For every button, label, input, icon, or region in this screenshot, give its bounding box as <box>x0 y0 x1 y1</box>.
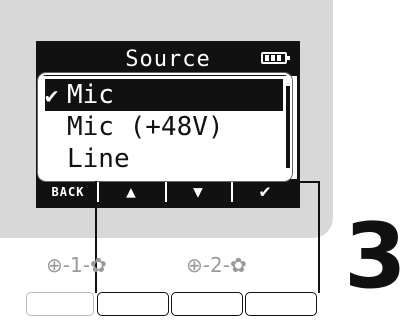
hardware-button-2[interactable] <box>97 292 169 316</box>
battery-icon <box>261 52 290 64</box>
knob-2-label: ⊕-2-✿ <box>186 253 247 277</box>
softkey-bar: BACK ▲ ▼ ✔ <box>39 179 297 205</box>
hardware-button-3[interactable] <box>171 292 243 316</box>
leader-line <box>318 181 320 293</box>
screen-title: Source <box>125 47 211 72</box>
down-arrow-icon: ▼ <box>193 182 203 201</box>
hardware-button-1[interactable] <box>26 292 94 316</box>
gear-icon: ✿ <box>229 253 247 277</box>
recorder-panel: Source ✔ Mic Mic (+48V) Line BACK ▲ ▼ ✔ <box>0 0 333 238</box>
gear-icon: ✿ <box>89 253 107 277</box>
hardware-button-4[interactable] <box>245 292 317 316</box>
leader-line <box>292 181 320 183</box>
title-bar: Source <box>39 44 297 76</box>
highlight-callout <box>38 73 292 181</box>
zoom-icon: ⊕ <box>186 253 203 277</box>
up-arrow-icon: ▲ <box>126 182 136 201</box>
check-icon: ✔ <box>259 181 271 202</box>
softkey-back: BACK <box>51 185 85 199</box>
knob-1-label: ⊕-1-✿ <box>46 253 107 277</box>
step-number: 3 <box>344 204 407 309</box>
zoom-icon: ⊕ <box>46 253 63 277</box>
